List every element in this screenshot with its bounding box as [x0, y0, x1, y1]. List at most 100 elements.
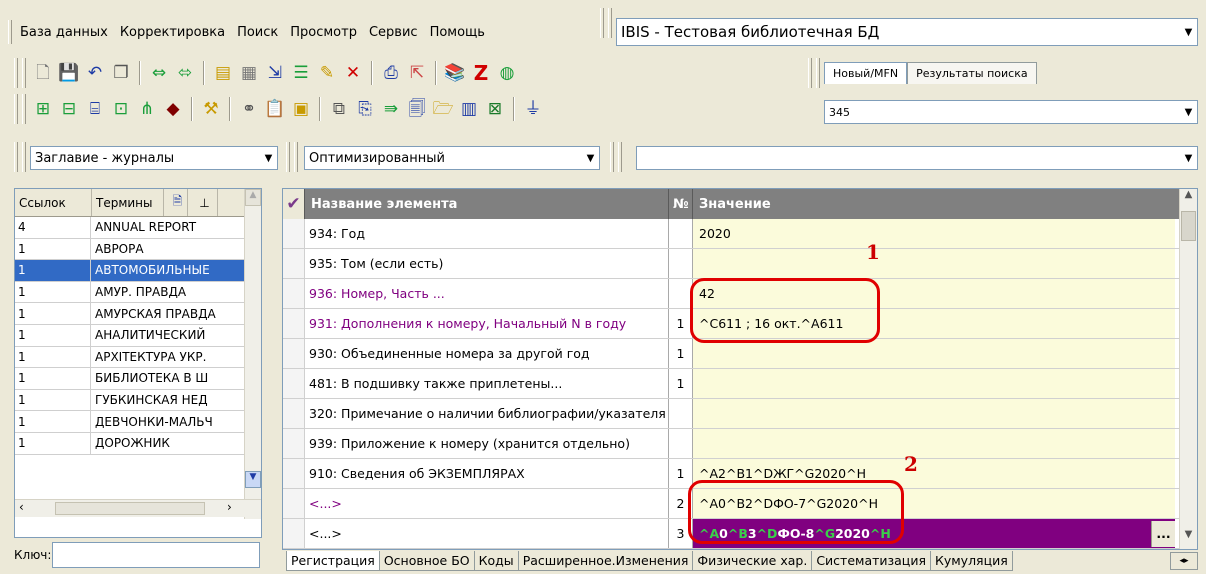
term-row[interactable]: 1 ДОРОЖНИК [15, 432, 261, 455]
col-value[interactable]: Значение [693, 189, 1181, 219]
print-icon[interactable]: ⎙ [379, 61, 403, 85]
row-indicator[interactable] [283, 519, 305, 548]
edit-value-button[interactable]: ... [1151, 520, 1175, 547]
tab-search-results[interactable]: Результаты поиска [907, 62, 1037, 84]
grid-row[interactable]: 320: Примечание о наличии библиографии/у… [283, 399, 1197, 429]
bottom-tab[interactable]: Основное БО [378, 551, 475, 571]
grid-row[interactable]: 930: Объединенные номера за другой год 1 [283, 339, 1197, 369]
bottom-tab[interactable]: Кумуляция [929, 551, 1013, 571]
bottom-tab[interactable]: Расширенное.Изменения [517, 551, 694, 571]
element-value[interactable] [693, 399, 1175, 428]
grid-row[interactable]: 481: В подшивку также приплетены... 1 [283, 369, 1197, 399]
db-select-grip-2[interactable] [608, 8, 612, 38]
menu-view[interactable]: Просмотр [284, 25, 363, 40]
delete-icon[interactable]: ✕ [341, 61, 365, 85]
element-value[interactable]: 2020 [693, 219, 1175, 248]
new-doc-icon[interactable]: 🗋 [31, 61, 55, 85]
col-terms-header[interactable]: Термины [92, 189, 164, 216]
chevron-down-icon[interactable]: ▼ [582, 147, 599, 169]
terms-hscrollbar[interactable]: ‹ › [15, 499, 261, 517]
scroll-down-icon[interactable]: ▼ [245, 471, 261, 488]
z-icon[interactable]: Z [469, 61, 493, 85]
term-row[interactable]: 1 АРХІТЕКТУРА УКР. [15, 346, 261, 369]
bottom-tab[interactable]: Физические хар. [692, 551, 813, 571]
term-row[interactable]: 1 ГУБКИНСКАЯ НЕД [15, 389, 261, 412]
terms-scrollbar[interactable]: ▲ ▼ [244, 189, 261, 519]
term-row[interactable]: 1 АМУРСКАЯ ПРАВДА [15, 303, 261, 325]
bottom-tab[interactable]: Коды [473, 551, 519, 571]
worksheet-grip-2[interactable] [294, 142, 298, 172]
tree-icon[interactable]: ☰ [289, 61, 313, 85]
menu-search[interactable]: Поиск [231, 25, 284, 40]
filter-icon[interactable]: ⏚ [521, 97, 545, 121]
tools-icon[interactable]: ⚒ [199, 97, 223, 121]
row-indicator[interactable] [283, 339, 305, 368]
catalog-icon[interactable]: ⊞ [31, 97, 55, 121]
chevron-down-icon[interactable]: ▼ [1180, 101, 1197, 123]
row-indicator[interactable] [283, 429, 305, 458]
term-row[interactable]: 1 ДЕВЧОНКИ-МАЛЬЧ [15, 411, 261, 433]
menu-help[interactable]: Помощь [424, 25, 491, 40]
grid-row[interactable]: 939: Приложение к номеру (хранится отдел… [283, 429, 1197, 459]
format-grip[interactable] [610, 142, 614, 172]
copy-record-icon[interactable]: ⎘ [353, 97, 377, 121]
excel-icon[interactable]: ⊠ [483, 97, 507, 121]
row-indicator[interactable] [283, 459, 305, 488]
rightpanel-grip[interactable] [808, 58, 812, 88]
term-row[interactable]: 4 ANNUAL REPORT [15, 217, 261, 239]
rightpanel-grip-2[interactable] [816, 58, 820, 88]
row-indicator[interactable] [283, 219, 305, 248]
tree-icon[interactable]: ⋔ [135, 97, 159, 121]
db-select-grip[interactable] [600, 8, 604, 38]
report-icon[interactable]: 🗐 [405, 97, 429, 121]
toolbar2-grip[interactable] [14, 94, 18, 124]
scroll-down-icon[interactable]: ▼ [1180, 529, 1197, 547]
prev-next-icon[interactable]: ⇔ [147, 61, 171, 85]
toolbar2-grip-2[interactable] [22, 94, 26, 124]
catalog2-icon[interactable]: ⊟ [57, 97, 81, 121]
save-icon[interactable]: 💾 [57, 61, 81, 85]
worksheet-select[interactable]: Оптимизированный ▼ [304, 146, 600, 170]
chevron-down-icon[interactable]: ▼ [1180, 19, 1197, 45]
mfn-select[interactable]: 345 ▼ [824, 100, 1198, 124]
scroll-left-icon[interactable]: ‹ [19, 500, 24, 514]
menu-service[interactable]: Сервис [363, 25, 424, 40]
menu-edit[interactable]: Корректировка [114, 25, 231, 40]
scroll-up-icon[interactable]: ▲ [1180, 189, 1197, 207]
export-icon[interactable]: ⇱ [405, 61, 429, 85]
books-icon[interactable]: 📚 [443, 61, 467, 85]
row-indicator[interactable] [283, 369, 305, 398]
col-element-name[interactable]: Название элемента [305, 189, 669, 219]
chevron-down-icon[interactable]: ▼ [260, 147, 277, 169]
bottom-tab[interactable]: Систематизация [811, 551, 931, 571]
view-icon[interactable]: ⊡ [109, 97, 133, 121]
term-row[interactable]: 1 АВРОРА [15, 238, 261, 261]
copy-icon[interactable]: ❐ [109, 61, 133, 85]
checkmark-icon[interactable]: ✔ [283, 189, 305, 219]
row-indicator[interactable] [283, 399, 305, 428]
format-select[interactable]: ▼ [636, 146, 1198, 170]
element-value[interactable] [693, 249, 1175, 278]
tab-scroll-icon[interactable]: ◂▸ [1170, 552, 1198, 570]
undo-icon[interactable]: ↶ [83, 61, 107, 85]
template-icon[interactable]: ▤ [211, 61, 235, 85]
row-indicator[interactable] [283, 489, 305, 518]
toolbar1-grip-2[interactable] [22, 58, 26, 88]
clipboard-icon[interactable]: ▣ [289, 97, 313, 121]
search-terms-icon[interactable]: ⌸ [83, 97, 107, 121]
chart-icon[interactable]: ▥ [457, 97, 481, 121]
pin-icon[interactable]: ⊥ [188, 189, 218, 216]
dictionary-select[interactable]: Заглавие - журналы ▼ [30, 146, 278, 170]
paste-icon[interactable]: 📋 [263, 97, 287, 121]
term-row[interactable]: 1 БИБЛИОТЕКА В Ш [15, 368, 261, 390]
arrows-icon[interactable]: ⬄ [173, 61, 197, 85]
key-input[interactable] [52, 542, 260, 568]
element-value[interactable] [693, 339, 1175, 368]
grid-scroll-thumb[interactable] [1181, 211, 1196, 241]
row-indicator[interactable] [283, 249, 305, 278]
menubar-grip[interactable] [8, 20, 12, 44]
scroll-up-icon[interactable]: ▲ [245, 189, 261, 206]
row-indicator[interactable] [283, 309, 305, 338]
edit-icon[interactable]: ✎ [315, 61, 339, 85]
worksheet-grip[interactable] [286, 142, 290, 172]
